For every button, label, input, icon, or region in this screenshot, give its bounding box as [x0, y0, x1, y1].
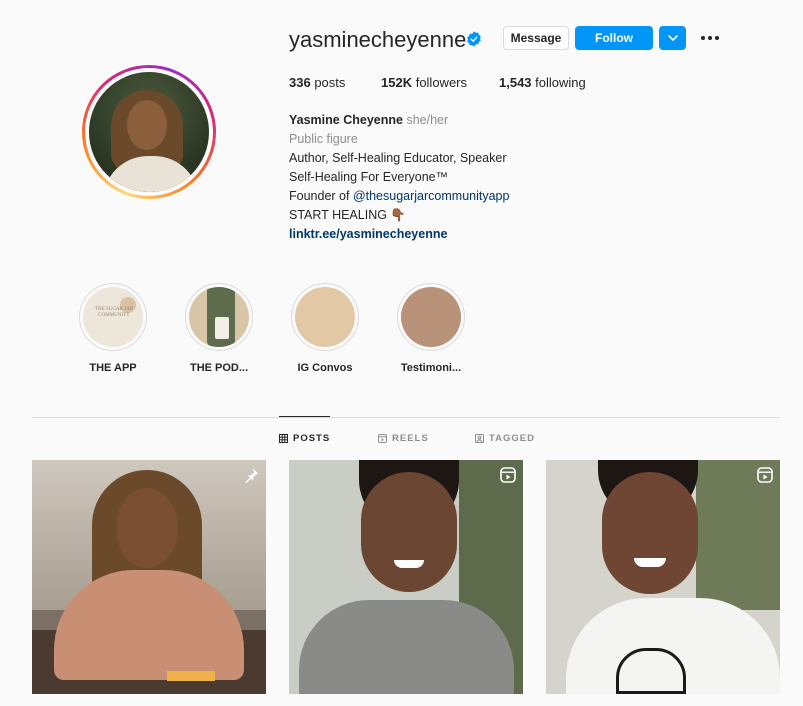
bio-line: Self-Healing For Everyone™ [289, 170, 449, 184]
highlight-the-app[interactable]: THE SUGAR JAR COMMUNITY THE APP [60, 283, 166, 374]
tab-posts[interactable]: POSTS [279, 433, 330, 444]
profile-stats: 336 posts 152K followers 1,543 following [289, 75, 586, 90]
reels-icon [378, 434, 387, 443]
post-thumbnail[interactable] [546, 460, 780, 694]
tabs-divider [32, 417, 780, 418]
tab-reels[interactable]: REELS [378, 433, 429, 444]
profile-avatar [89, 72, 209, 192]
highlight-cover: THE SUGAR JAR COMMUNITY [83, 287, 143, 347]
message-button[interactable]: Message [503, 26, 569, 50]
suggested-accounts-button[interactable] [659, 26, 686, 50]
more-horizontal-icon [701, 36, 719, 40]
profile-username: yasminecheyenne [289, 27, 467, 52]
active-tab-indicator [279, 416, 330, 417]
highlight-cover [295, 287, 355, 347]
highlight-cover [401, 287, 461, 347]
pin-icon [245, 468, 258, 483]
more-options-button[interactable] [698, 30, 722, 46]
follow-button[interactable]: Follow [575, 26, 653, 50]
post-thumbnail[interactable] [32, 460, 266, 694]
tab-tagged[interactable]: TAGGED [475, 433, 535, 444]
bio-line: Author, Self-Healing Educator, Speaker [289, 151, 507, 165]
highlight-cover [189, 287, 249, 347]
reels-icon [500, 467, 516, 483]
highlight-the-pod[interactable]: THE POD... [166, 283, 272, 374]
tagged-icon [475, 434, 484, 443]
following-stat[interactable]: 1,543 following [499, 75, 586, 90]
story-highlights: THE SUGAR JAR COMMUNITY THE APP THE POD.… [60, 283, 484, 374]
highlight-testimonials[interactable]: Testimoni... [378, 283, 484, 374]
post-thumbnail[interactable] [289, 460, 523, 694]
bio-mention-link[interactable]: @thesugarjarcommunityapp [353, 189, 510, 203]
chevron-down-icon [667, 35, 678, 41]
grid-icon [279, 434, 288, 443]
bio-line: Founder of @thesugarjarcommunityapp [289, 189, 510, 203]
highlight-ig-convos[interactable]: IG Convos [272, 283, 378, 374]
profile-category: Public figure [289, 132, 358, 146]
bio-line: START HEALING 👇🏾 [289, 208, 406, 222]
posts-stat: 336 posts [289, 75, 346, 90]
profile-avatar-story-ring[interactable] [82, 65, 216, 199]
profile-full-name: Yasmine Cheyenne [289, 113, 403, 127]
verified-badge-icon [467, 31, 481, 47]
reels-icon [757, 467, 773, 483]
followers-stat[interactable]: 152K followers [381, 75, 499, 90]
profile-pronouns: she/her [406, 113, 449, 127]
bio-external-link[interactable]: linktr.ee/yasminecheyenne [289, 225, 509, 244]
profile-bio: Yasmine Cheyenne she/her Public figure A… [289, 111, 509, 244]
